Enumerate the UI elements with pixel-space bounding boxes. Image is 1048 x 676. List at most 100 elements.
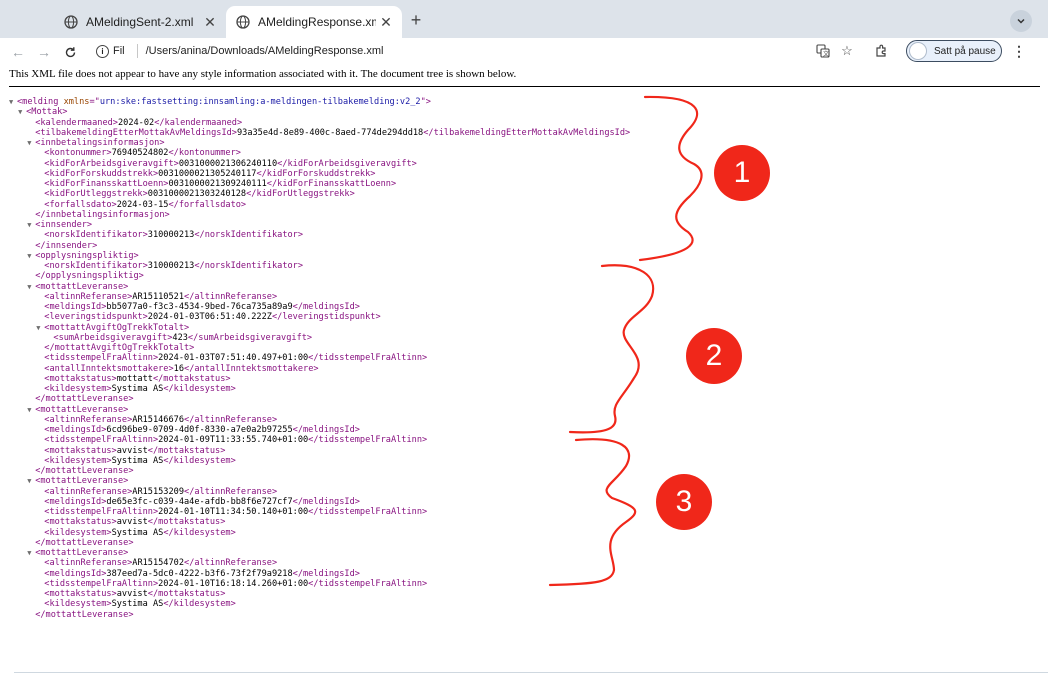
xml-tag: </mottakstatus> [147, 589, 226, 599]
tab-amelding-sent[interactable]: AMeldingSent-2.xml ✕ [54, 6, 226, 38]
close-icon[interactable]: ✕ [376, 14, 396, 31]
xml-line: </innsender> [9, 241, 630, 251]
xml-line: <tidsstempelFraAltinn>2024-01-10T11:34:5… [9, 507, 630, 517]
chevron-down-icon [1017, 18, 1025, 24]
xml-tag: </mottattLeveranse> [35, 466, 134, 476]
more-menu-icon[interactable]: ⋮ [1012, 42, 1026, 60]
xml-tag: </tidsstempelFraAltinn> [308, 353, 428, 364]
xml-line: <tidsstempelFraAltinn>2024-01-10T16:18:1… [9, 579, 630, 589]
xml-line[interactable]: ▼ <innsender> [9, 220, 630, 230]
xml-tag: <innsender> [35, 220, 93, 230]
xml-line: <mottakstatus>avvist</mottakstatus> [9, 446, 630, 456]
xml-tag: </meldingsId> [292, 568, 360, 579]
xml-line: <norskIdentifikator>310000213</norskIden… [9, 261, 630, 271]
xml-tag: </altinnReferanse> [184, 414, 278, 425]
xml-line[interactable]: ▼ <mottattLeveranse> [9, 476, 630, 486]
xml-tag: <altinnReferanse> [44, 291, 133, 302]
xml-tag: </antallInntektsmottakere> [184, 363, 319, 374]
annotation-badge-3: 3 [656, 474, 712, 530]
xml-line[interactable]: ▼ <mottattAvgiftOgTrekkTotalt> [9, 323, 630, 333]
xml-line[interactable]: ▼ <opplysningspliktig> [9, 251, 630, 261]
site-info-chip[interactable]: i Fil [92, 42, 131, 60]
xml-tag: </kidForUtleggstrekk> [246, 189, 355, 200]
reload-button[interactable] [60, 42, 80, 62]
back-button[interactable]: ← [8, 42, 28, 62]
extensions-icon[interactable] [872, 42, 890, 60]
xml-tag: </mottattAvgiftOgTrekkTotalt> [44, 343, 195, 353]
xml-tag: </forfallsdato> [168, 199, 247, 210]
collapse-triangle-icon[interactable]: ▼ [27, 282, 35, 292]
forward-button[interactable]: → [34, 42, 54, 62]
xml-tag: </meldingsId> [292, 302, 360, 312]
xml-tag: <Mottak> [26, 107, 68, 118]
xml-text-value: Systima AS [111, 599, 164, 610]
xml-tag: <kildesystem> [44, 384, 112, 394]
xml-line[interactable]: ▼ <Mottak> [9, 107, 630, 117]
xml-text-value: 2024-01-03T07:51:40.497+01:00 [158, 353, 309, 364]
xml-line: <kalendermaaned>2024-02</kalendermaaned> [9, 118, 630, 128]
xml-line: <mottakstatus>avvist</mottakstatus> [9, 589, 630, 599]
xml-line[interactable]: ▼ <melding xmlns="urn:ske:fastsetting:inn… [9, 97, 630, 107]
collapse-triangle-icon[interactable]: ▼ [27, 220, 35, 230]
collapse-triangle-icon[interactable]: ▼ [9, 97, 17, 107]
xml-tag: xmlns [63, 97, 90, 107]
profile-paused-button[interactable]: Satt på pause [906, 40, 1002, 62]
xml-text-value: AR15110521 [132, 291, 185, 302]
new-tab-button[interactable]: + [404, 9, 428, 33]
xml-text-value: 6cd96be9-0709-4d0f-8330-a7e0a2b97255 [106, 425, 293, 435]
url-text[interactable]: /Users/anina/Downloads/AMeldingResponse.… [146, 45, 384, 57]
xml-line[interactable]: ▼ <mottattLeveranse> [9, 548, 630, 558]
collapse-triangle-icon[interactable]: ▼ [18, 107, 26, 117]
xml-tag: <tidsstempelFraAltinn> [44, 353, 159, 364]
translate-icon[interactable]: 文 [814, 42, 832, 60]
xml-tag: <tidsstempelFraAltinn> [44, 435, 159, 446]
divider [14, 672, 1048, 673]
xml-line: </mottattLeveranse> [9, 610, 630, 620]
xml-tag: </altinnReferanse> [184, 486, 278, 497]
xml-text-value: 2024-02 [117, 117, 155, 128]
xml-tag: </tilbakemeldingEtterMottakAvMeldingsId> [423, 127, 631, 138]
address-bar[interactable]: i Fil /Users/anina/Downloads/AMeldingRes… [92, 40, 412, 62]
xml-line: <leveringstidspunkt>2024-01-03T06:51:40.… [9, 312, 630, 322]
collapse-triangle-icon[interactable]: ▼ [27, 476, 35, 486]
close-icon[interactable]: ✕ [200, 14, 220, 31]
xml-text-value: 2024-01-10T16:18:14.260+01:00 [158, 578, 309, 589]
xml-tag: <kidForForskuddstrekk> [44, 168, 159, 179]
bookmark-star-icon[interactable]: ☆ [838, 42, 856, 60]
xml-tag: </meldingsId> [292, 496, 360, 507]
xml-tree: ▼ <melding xmlns="urn:ske:fastsetting:inn… [9, 97, 630, 620]
tab-search-button[interactable] [1010, 10, 1032, 32]
collapse-triangle-icon[interactable]: ▼ [27, 251, 35, 261]
xml-tag: </norskIdentifikator> [194, 230, 304, 241]
info-icon: i [96, 44, 109, 58]
xml-tag: </mottattLeveranse> [35, 537, 134, 548]
collapse-triangle-icon[interactable]: ▼ [27, 548, 35, 558]
xml-tag: </kildesystem> [163, 455, 236, 466]
xml-tag: <mottattLeveranse> [35, 281, 129, 292]
xml-tag: <melding [17, 97, 64, 107]
xml-tag: <tidsstempelFraAltinn> [44, 507, 159, 517]
xml-tag: <mottattLeveranse> [35, 404, 129, 415]
xml-tag: </kontonummer> [168, 148, 241, 159]
xml-tag: <mottakstatus> [44, 589, 117, 599]
xml-tag: </mottattLeveranse> [35, 394, 134, 405]
collapse-triangle-icon[interactable]: ▼ [27, 138, 35, 148]
xml-text-value: Systima AS [111, 527, 164, 538]
xml-tag: "> [420, 97, 431, 107]
xml-tag: </opplysningspliktig> [35, 271, 144, 282]
xml-line: <altinnReferanse>AR15110521</altinnRefer… [9, 292, 630, 302]
xml-text-value: bb5077a0-f3c3-4534-9bed-76ca735a89a9 [106, 302, 293, 312]
xml-tag: <altinnReferanse> [44, 558, 133, 569]
xml-line: <kontonummer>76940524802</kontonummer> [9, 148, 630, 158]
xml-text-value: 76940524802 [111, 148, 169, 159]
xml-line[interactable]: ▼ <mottattLeveranse> [9, 282, 630, 292]
xml-line[interactable]: ▼ <mottattLeveranse> [9, 405, 630, 415]
collapse-triangle-icon[interactable]: ▼ [27, 405, 35, 415]
xml-text-value: avvist [116, 589, 148, 599]
xml-line: <tidsstempelFraAltinn>2024-01-03T07:51:4… [9, 353, 630, 363]
xml-line: <kildesystem>Systima AS</kildesystem> [9, 599, 630, 609]
xml-line[interactable]: ▼ <innbetalingsinformasjon> [9, 138, 630, 148]
xml-line: <norskIdentifikator>310000213</norskIden… [9, 230, 630, 240]
xml-tag: </innbetalingsinformasjon> [35, 209, 170, 220]
tab-amelding-response[interactable]: AMeldingResponse.xml ✕ [226, 6, 402, 38]
